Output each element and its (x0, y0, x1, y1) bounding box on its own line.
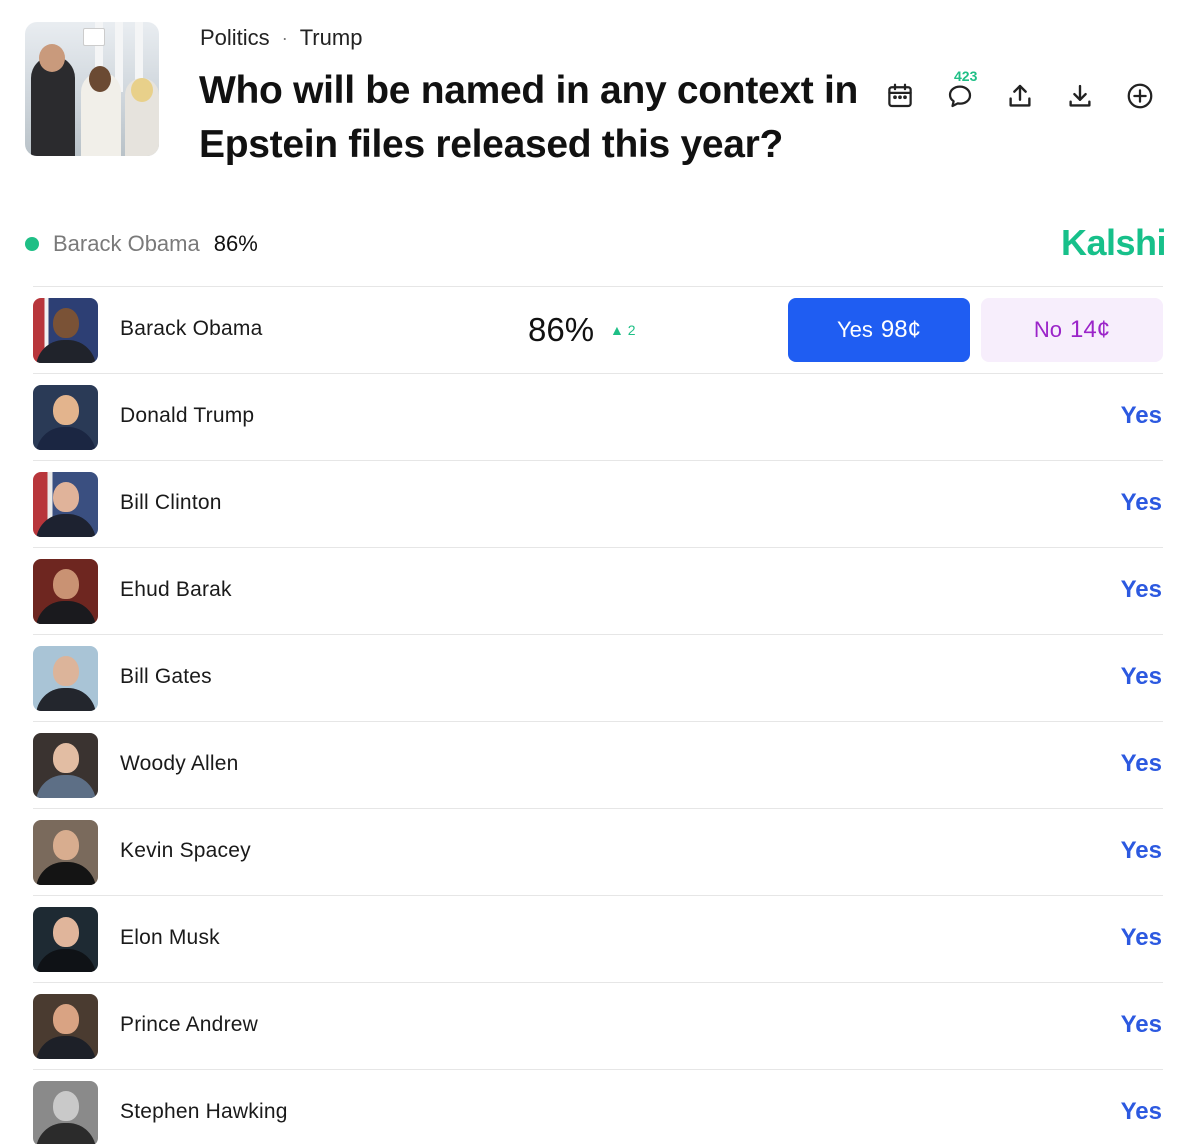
outcome-chance: 86% (528, 311, 595, 348)
buy-yes-button[interactable]: Yes 98¢ (788, 298, 970, 362)
leader-chance: 86% (213, 231, 258, 256)
outcome-name: Kevin Spacey (120, 839, 251, 862)
leader-name: Barack Obama (53, 231, 200, 256)
avatar (33, 646, 98, 711)
yes-label: Yes (837, 317, 873, 342)
outcome-name: Ehud Barak (120, 578, 232, 601)
outcome-name: Barack Obama (120, 317, 263, 340)
leader-dot (25, 237, 39, 251)
yes-link[interactable]: Yes (1121, 1011, 1162, 1039)
add-icon (1127, 83, 1153, 109)
yes-link[interactable]: Yes (1121, 837, 1162, 865)
no-label: No (1033, 317, 1063, 342)
outcome-row[interactable]: Stephen Hawking Yes (33, 1069, 1163, 1144)
yes-link[interactable]: Yes (1121, 1098, 1162, 1126)
buy-no-button[interactable]: No 14¢ (981, 298, 1163, 362)
breadcrumb: Politics · Trump (200, 25, 362, 51)
outcome-row[interactable]: Bill Clinton Yes (33, 460, 1163, 547)
outcome-name: Bill Clinton (120, 491, 222, 514)
breadcrumb-separator: · (281, 27, 288, 48)
outcome-row[interactable]: Kevin Spacey Yes (33, 808, 1163, 895)
breadcrumb-category[interactable]: Politics (200, 25, 270, 51)
comment-icon (948, 85, 972, 108)
outcome-name: Bill Gates (120, 665, 212, 688)
outcome-name: Stephen Hawking (120, 1100, 288, 1123)
market-image (25, 22, 159, 156)
no-price: 14¢ (1070, 316, 1111, 343)
outcome-name: Donald Trump (120, 404, 255, 427)
outcome-row[interactable]: Bill Gates Yes (33, 634, 1163, 721)
outcome-name: Elon Musk (120, 926, 220, 949)
chance-change: ▲ 2 (610, 322, 636, 338)
outcome-row[interactable]: Prince Andrew Yes (33, 982, 1163, 1069)
outcome-row[interactable]: Barack Obama 86% ▲ 2 Yes 98¢ No 14¢ (33, 286, 1163, 373)
avatar (33, 1081, 98, 1144)
outcome-list: Barack Obama 86% ▲ 2 Yes 98¢ No 14¢ Dona… (33, 286, 1163, 1144)
yes-link[interactable]: Yes (1121, 750, 1162, 778)
avatar (33, 994, 98, 1059)
share-button[interactable] (998, 74, 1042, 118)
comment-count-badge: 423 (954, 68, 978, 84)
calendar-icon (888, 83, 912, 108)
outcome-row[interactable]: Donald Trump Yes (33, 373, 1163, 460)
calendar-button[interactable] (878, 74, 922, 118)
download-icon (1069, 84, 1091, 107)
market-page: Politics · Trump Who will be named in an… (0, 0, 1200, 1144)
avatar (33, 385, 98, 450)
yes-link[interactable]: Yes (1121, 576, 1162, 604)
avatar (33, 559, 98, 624)
avatar (33, 298, 98, 363)
outcome-row[interactable]: Woody Allen Yes (33, 721, 1163, 808)
share-icon (1009, 84, 1031, 107)
brand-logo: Kalshi (1060, 222, 1167, 263)
outcome-name: Woody Allen (120, 752, 239, 775)
avatar (33, 733, 98, 798)
avatar (33, 907, 98, 972)
outcome-row[interactable]: Elon Musk Yes (33, 895, 1163, 982)
leading-outcome: Barack Obama 86% (25, 228, 258, 260)
yes-link[interactable]: Yes (1121, 402, 1162, 430)
download-button[interactable] (1058, 74, 1102, 118)
outcome-row[interactable]: Ehud Barak Yes (33, 547, 1163, 634)
add-button[interactable] (1118, 74, 1162, 118)
yes-link[interactable]: Yes (1121, 489, 1162, 517)
yes-price: 98¢ (880, 316, 921, 343)
breadcrumb-subcategory[interactable]: Trump (300, 25, 363, 51)
market-title: Who will be named in any context in Epst… (199, 69, 859, 166)
yes-link[interactable]: Yes (1121, 663, 1162, 691)
avatar (33, 472, 98, 537)
avatar (33, 820, 98, 885)
outcome-name: Prince Andrew (120, 1013, 259, 1036)
yes-link[interactable]: Yes (1121, 924, 1162, 952)
